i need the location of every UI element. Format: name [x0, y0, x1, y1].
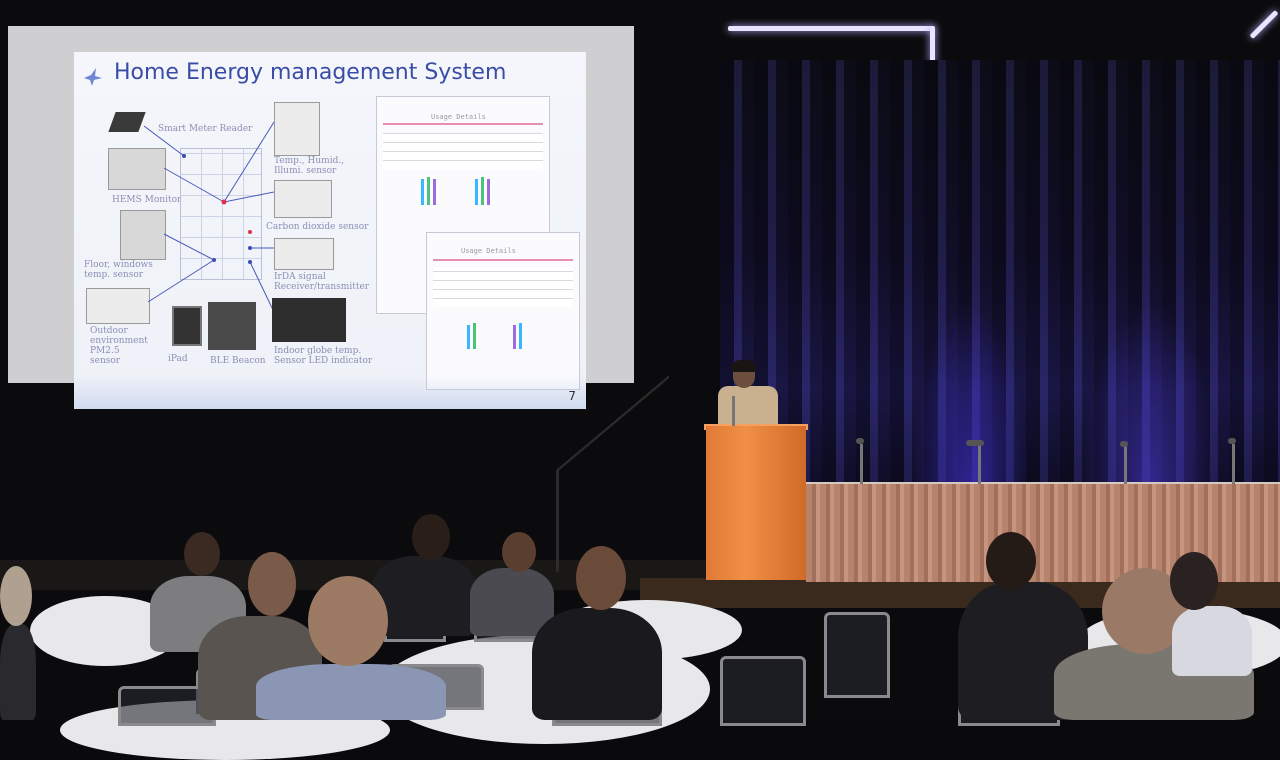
audience-member-head — [308, 576, 388, 666]
audience-member-head — [576, 546, 626, 610]
projector-screen: Home Energy management System Smart Mete… — [8, 26, 634, 409]
podium-microphone — [732, 396, 735, 426]
usage-bar — [487, 179, 490, 205]
table-microphone-head — [1228, 438, 1236, 444]
audience-member-head — [986, 532, 1036, 590]
table-microphone — [1124, 446, 1127, 484]
usage-bar — [513, 325, 516, 349]
usage-panel-divider — [383, 123, 543, 125]
usage-panel-divider — [433, 259, 573, 261]
usage-panel-title-2: Usage Details — [461, 247, 516, 255]
table-microphone — [860, 444, 863, 484]
table-microphone-head — [1120, 441, 1128, 447]
temp-humid-sensor-device — [274, 102, 320, 156]
speaker-hair — [731, 360, 757, 372]
ceiling-light-bar — [728, 26, 934, 31]
podium — [706, 426, 806, 580]
usage-bar — [427, 177, 430, 205]
audience-member — [532, 608, 662, 720]
usage-bar — [467, 325, 470, 349]
usage-table — [383, 133, 543, 169]
usage-bar — [519, 323, 522, 349]
usage-table — [433, 267, 573, 307]
globe-sensor-device — [272, 298, 346, 342]
table-microphone — [978, 444, 981, 484]
usage-panel-title: Usage Details — [431, 113, 486, 121]
ceiling-light-bar — [930, 26, 935, 64]
folding-chair — [824, 612, 890, 698]
audience-member-head — [0, 566, 32, 626]
audience-member — [0, 624, 36, 720]
usage-bar — [475, 179, 478, 205]
usage-bar — [473, 323, 476, 349]
slide-footer-band — [74, 375, 586, 409]
audience-member-head — [248, 552, 296, 616]
usage-bar — [481, 177, 484, 205]
audience-member-head — [184, 532, 220, 576]
usage-bar — [433, 179, 436, 205]
presentation-slide: Home Energy management System Smart Mete… — [74, 52, 586, 409]
irda-device — [274, 238, 334, 270]
caption-irda: IrDA signal Receiver/transmitter — [274, 272, 370, 292]
table-microphone-head — [856, 438, 864, 444]
table-microphone — [1232, 444, 1235, 484]
caption-globe: Indoor globe temp. Sensor LED indicator — [274, 346, 373, 366]
audience-member-head — [502, 532, 536, 572]
usage-details-panel-2: Usage Details — [426, 232, 580, 390]
audience-member — [1172, 606, 1252, 676]
folding-chair — [720, 656, 806, 726]
audience-member — [256, 664, 446, 720]
audience-member-head — [412, 514, 450, 560]
speaker-torso — [718, 386, 778, 426]
caption-temp-humid: Temp., Humid., Illumi. sensor — [274, 156, 345, 176]
co2-sensor-device — [274, 180, 332, 218]
table-microphone-head — [966, 440, 984, 446]
caption-co2: Carbon dioxide sensor — [266, 222, 369, 232]
usage-bar — [421, 179, 424, 205]
slide-page-number: 7 — [568, 389, 576, 403]
curtain-uplight — [910, 300, 1030, 500]
audience-member-head — [1170, 552, 1218, 610]
curtain-uplight — [1080, 300, 1220, 500]
